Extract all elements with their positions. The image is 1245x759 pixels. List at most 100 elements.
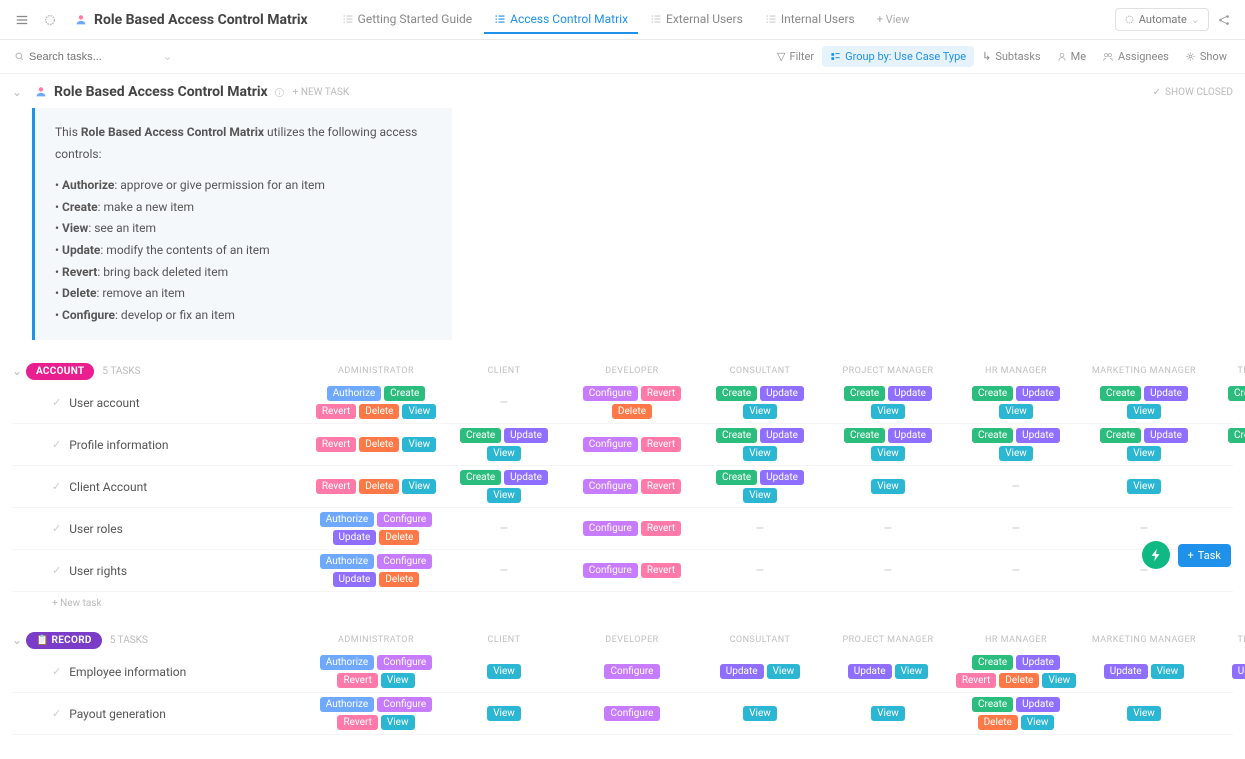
- column-header[interactable]: PROJECT MANAGER: [824, 360, 952, 382]
- permission-tag-create[interactable]: Create: [1100, 428, 1141, 443]
- task-row[interactable]: ✓Employee informationAuthorizeConfigureR…: [12, 651, 1233, 693]
- permission-cell[interactable]: CreateUpdate View: [1080, 426, 1208, 463]
- permission-tag-view[interactable]: View: [895, 664, 929, 679]
- permission-cell[interactable]: View: [440, 662, 568, 681]
- permission-cell[interactable]: ConfigureRevert: [568, 435, 696, 454]
- permission-cell[interactable]: –: [952, 561, 1080, 581]
- permission-cell[interactable]: UpdateView: [824, 662, 952, 681]
- permission-tag-view[interactable]: View: [1021, 715, 1055, 730]
- permission-tag-revert[interactable]: Revert: [641, 479, 681, 494]
- show-closed-button[interactable]: ✓SHOW CLOSED: [1153, 87, 1233, 98]
- permission-cell[interactable]: View: [440, 704, 568, 723]
- add-view-button[interactable]: + View: [869, 7, 918, 32]
- permission-tag-delete[interactable]: Delete: [379, 572, 419, 587]
- permission-cell[interactable]: Configure: [568, 704, 696, 723]
- permission-cell[interactable]: CreateUpdateView: [440, 426, 568, 463]
- permission-tag-revert[interactable]: Revert: [641, 563, 681, 578]
- column-header[interactable]: CLIENT: [440, 629, 568, 651]
- permission-cell[interactable]: –: [1080, 519, 1208, 539]
- permission-cell[interactable]: CreateUpdateView: [952, 426, 1080, 463]
- permission-cell[interactable]: –: [824, 561, 952, 581]
- permission-cell[interactable]: View: [696, 704, 824, 723]
- permission-tag-revert[interactable]: Revert: [956, 673, 996, 688]
- permission-cell[interactable]: AuthorizeConfigureUpdateDelete: [312, 510, 440, 547]
- permission-tag-create[interactable]: Create: [972, 655, 1013, 670]
- permission-cell[interactable]: CreateUpdateView: [824, 384, 952, 421]
- group-badge[interactable]: 📋 RECORD: [26, 632, 102, 649]
- tab-internal-users[interactable]: Internal Users: [755, 6, 865, 34]
- automate-button[interactable]: Automate ⌄: [1115, 8, 1209, 31]
- permission-tag-update[interactable]: Update: [1144, 428, 1188, 443]
- permission-tag-view[interactable]: View: [487, 706, 521, 721]
- task-row[interactable]: ✓Client AccountRevertDeleteViewCreateUpd…: [12, 466, 1233, 508]
- permission-cell[interactable]: CreateUpdateView: [824, 426, 952, 463]
- permission-tag-view[interactable]: View: [1151, 664, 1185, 679]
- permission-cell[interactable]: ConfigureRevertDelete: [568, 384, 696, 421]
- permission-tag-create[interactable]: Create: [716, 470, 757, 485]
- column-header[interactable]: MARKETING MANAGER: [1080, 360, 1208, 382]
- permission-cell[interactable]: UpdateView: [696, 662, 824, 681]
- permission-cell[interactable]: CreateUpdateView: [1208, 426, 1245, 463]
- permission-cell[interactable]: CreateUpdateView: [1080, 384, 1208, 421]
- permission-tag-create[interactable]: Create: [716, 386, 757, 401]
- permission-tag-revert[interactable]: Revert: [316, 437, 356, 452]
- permission-tag-configure[interactable]: Configure: [377, 512, 432, 527]
- permission-tag-delete[interactable]: Delete: [379, 530, 419, 545]
- permission-tag-configure[interactable]: Configure: [583, 563, 638, 578]
- permission-tag-update[interactable]: Update: [720, 664, 764, 679]
- permission-tag-update[interactable]: Update: [1104, 664, 1148, 679]
- permission-tag-create[interactable]: Create: [972, 428, 1013, 443]
- permission-tag-configure[interactable]: Configure: [583, 386, 638, 401]
- permission-tag-view[interactable]: View: [1127, 446, 1161, 461]
- column-header[interactable]: MARKETING MANAGER: [1080, 629, 1208, 651]
- permission-tag-view[interactable]: View: [402, 437, 436, 452]
- permission-tag-update[interactable]: Update: [1016, 697, 1060, 712]
- folder-title[interactable]: Role Based Access Control Matrix: [66, 12, 316, 28]
- permission-cell[interactable]: View: [824, 704, 952, 723]
- permission-tag-view[interactable]: View: [1042, 673, 1076, 688]
- permission-cell[interactable]: –: [440, 561, 568, 581]
- permission-cell[interactable]: –: [440, 519, 568, 539]
- permission-tag-update[interactable]: Update: [333, 530, 377, 545]
- permission-tag-create[interactable]: Create: [972, 386, 1013, 401]
- permission-tag-revert[interactable]: Revert: [641, 437, 681, 452]
- permission-tag-create[interactable]: Create: [1228, 386, 1245, 401]
- status-icon[interactable]: ✓: [52, 564, 61, 577]
- permission-tag-update[interactable]: Update: [888, 386, 932, 401]
- permission-tag-delete[interactable]: Delete: [359, 437, 399, 452]
- permission-cell[interactable]: –: [696, 561, 824, 581]
- permission-tag-create[interactable]: Create: [844, 428, 885, 443]
- settings-icon[interactable]: [38, 8, 62, 32]
- permission-tag-view[interactable]: View: [999, 446, 1033, 461]
- task-row[interactable]: ✓User accountAuthorizeCreateRevertDelete…: [12, 382, 1233, 424]
- collapse-toggle[interactable]: ⌄: [12, 85, 26, 99]
- permission-tag-view[interactable]: View: [999, 404, 1033, 419]
- task-row[interactable]: ✓Payout generationAuthorizeConfigureReve…: [12, 693, 1233, 735]
- permission-cell[interactable]: ConfigureRevert: [568, 561, 696, 580]
- task-row[interactable]: ✓User rolesAuthorizeConfigureUpdateDelet…: [12, 508, 1233, 550]
- permission-cell[interactable]: –: [440, 393, 568, 413]
- column-header[interactable]: ADMINISTRATOR: [312, 629, 440, 651]
- permission-tag-create[interactable]: Create: [460, 428, 501, 443]
- permission-cell[interactable]: CreateUpdateView: [440, 468, 568, 505]
- permission-tag-view[interactable]: View: [871, 706, 905, 721]
- permission-cell[interactable]: CreateUpdate DeleteView: [952, 695, 1080, 732]
- permission-cell[interactable]: View: [1208, 704, 1245, 723]
- status-icon[interactable]: ✓: [52, 396, 61, 409]
- group-badge[interactable]: ACCOUNT: [26, 363, 94, 380]
- new-task-fab[interactable]: +Task: [1178, 544, 1231, 567]
- permission-tag-view[interactable]: View: [402, 404, 436, 419]
- column-header[interactable]: CLIENT: [440, 360, 568, 382]
- permission-cell[interactable]: UpdateView: [1080, 662, 1208, 681]
- permission-tag-view[interactable]: View: [381, 673, 415, 688]
- permission-tag-delete[interactable]: Delete: [978, 715, 1018, 730]
- permission-tag-update[interactable]: Update: [888, 428, 932, 443]
- permission-tag-configure[interactable]: Configure: [583, 437, 638, 452]
- permission-tag-revert[interactable]: Revert: [316, 479, 356, 494]
- permission-tag-create[interactable]: Create: [972, 697, 1013, 712]
- column-header[interactable]: TEAM MEMBER: [1208, 360, 1245, 382]
- permission-tag-update[interactable]: Update: [1232, 664, 1245, 679]
- permission-cell[interactable]: CreateUpdateView: [1208, 384, 1245, 421]
- show-button[interactable]: Show: [1177, 46, 1235, 67]
- permission-cell[interactable]: CreateUpdateView: [696, 384, 824, 421]
